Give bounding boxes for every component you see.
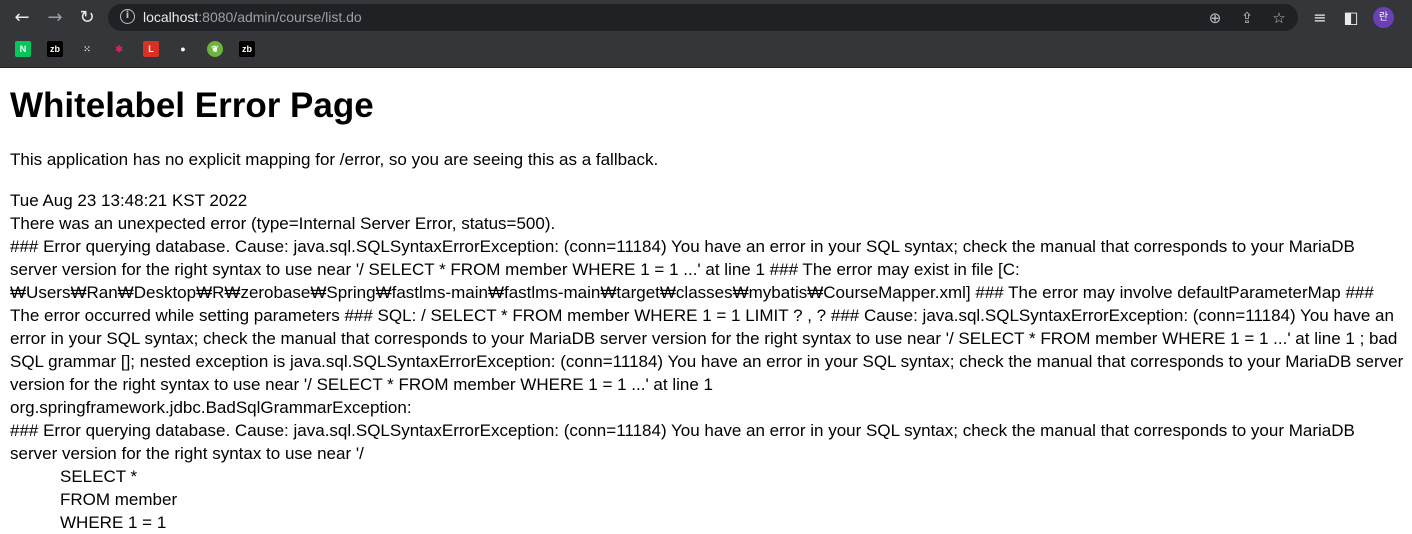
reload-icon[interactable]: ↻ bbox=[76, 7, 98, 29]
address-bar[interactable]: i localhost:8080/admin/course/list.do ⊕ … bbox=[108, 4, 1298, 31]
profile-avatar[interactable]: 란 bbox=[1373, 7, 1394, 28]
site-info-icon[interactable]: i bbox=[120, 9, 135, 24]
error-details: Tue Aug 23 13:48:21 KST 2022 There was a… bbox=[10, 189, 1405, 534]
zb-icon[interactable]: zb bbox=[239, 41, 255, 57]
sql-line: SELECT * bbox=[60, 467, 138, 486]
side-panel-icon[interactable]: ◧ bbox=[1340, 7, 1362, 29]
sql-line: FROM member bbox=[60, 490, 178, 509]
forward-arrow-icon[interactable]: → bbox=[44, 7, 66, 29]
sql-line: WHERE 1 = 1 bbox=[60, 513, 167, 532]
bookmarks-bar: N zb ⁙ ✱ L ● ❦ zb bbox=[0, 35, 1412, 68]
error-message: ### Error querying database. Cause: java… bbox=[10, 237, 1404, 394]
page-title: Whitelabel Error Page bbox=[10, 86, 374, 125]
url-text[interactable]: localhost:8080/admin/course/list.do bbox=[143, 8, 362, 26]
spring-icon[interactable]: ❦ bbox=[207, 41, 223, 57]
l-icon[interactable]: L bbox=[143, 41, 159, 57]
bookmark-star-icon[interactable]: ☆ bbox=[1269, 8, 1289, 28]
zb-icon[interactable]: zb bbox=[47, 41, 63, 57]
fallback-message: This application has no explicit mapping… bbox=[10, 150, 659, 169]
naver-icon[interactable]: N bbox=[15, 41, 31, 57]
github-icon[interactable]: ● bbox=[175, 41, 191, 57]
exception-class: org.springframework.jdbc.BadSqlGrammarEx… bbox=[10, 398, 412, 417]
error-message-detail: ### Error querying database. Cause: java… bbox=[10, 421, 1355, 463]
dots-icon[interactable]: ⁙ bbox=[79, 41, 95, 57]
media-queue-icon[interactable]: ≡ bbox=[1309, 7, 1331, 29]
browser-toolbar: ← → ↻ i localhost:8080/admin/course/list… bbox=[0, 0, 1412, 35]
error-timestamp: Tue Aug 23 13:48:21 KST 2022 bbox=[10, 191, 248, 210]
error-status: There was an unexpected error (type=Inte… bbox=[10, 214, 556, 233]
share-icon[interactable]: ⇪ bbox=[1237, 8, 1257, 28]
zoom-icon[interactable]: ⊕ bbox=[1205, 8, 1225, 28]
slack-icon[interactable]: ✱ bbox=[111, 41, 127, 57]
back-arrow-icon[interactable]: ← bbox=[11, 7, 33, 29]
